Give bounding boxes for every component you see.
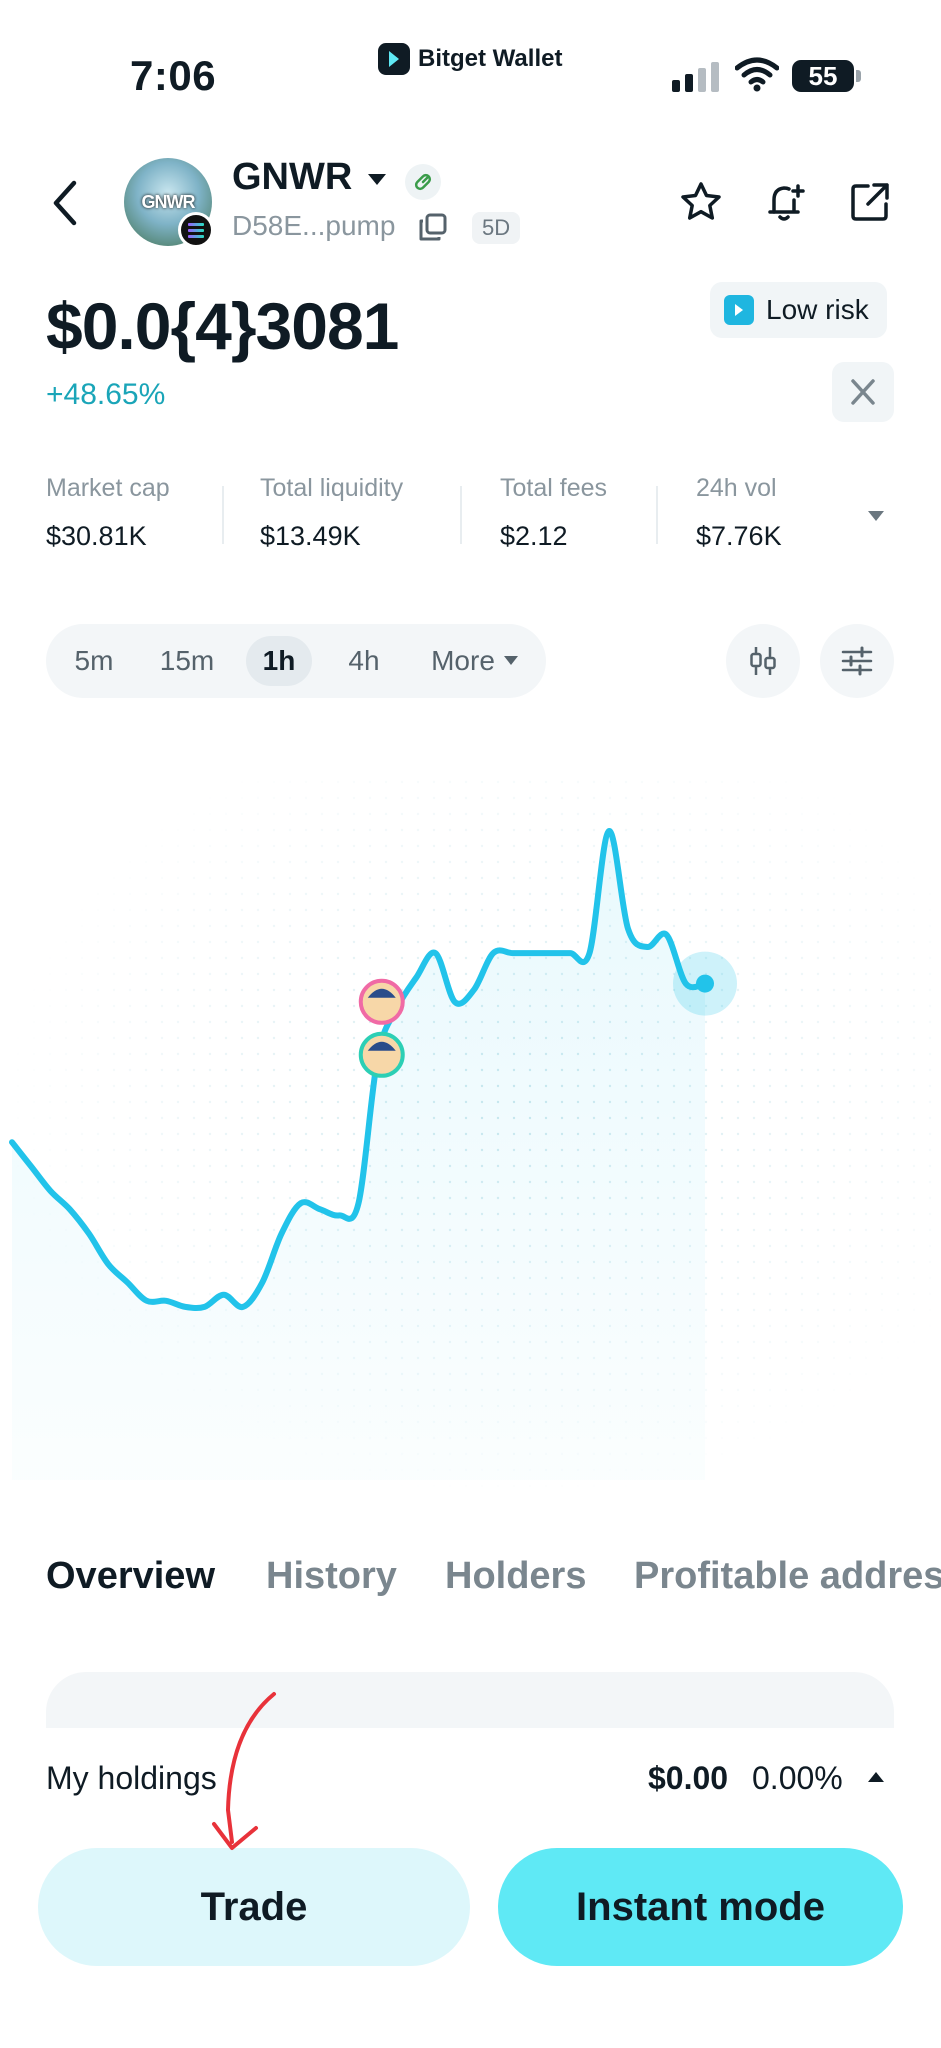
stat-value: $7.76K [696, 521, 782, 551]
interval-selector: 5m 15m 1h 4h More [46, 624, 546, 698]
annotation-arrow-icon [212, 1692, 276, 1850]
token-stats: Market cap $30.81K Total liquidity $13.4… [46, 474, 886, 556]
price-chart[interactable] [0, 780, 941, 1500]
stat-total-fees: Total fees $2.12 [500, 474, 607, 552]
back-arrow-icon[interactable] [46, 178, 86, 228]
token-dropdown-icon[interactable] [368, 174, 386, 185]
candlestick-toggle-button[interactable] [726, 624, 800, 698]
shield-icon [724, 295, 754, 325]
stat-value: $13.49K [260, 521, 361, 551]
stat-label: 24h vol [696, 474, 777, 502]
holdings-value: $0.00 [648, 1760, 729, 1796]
risk-label: Low risk [766, 294, 869, 325]
last-point-dot[interactable] [696, 974, 714, 993]
stat-divider [460, 486, 462, 544]
bitget-logo-icon [378, 43, 410, 75]
more-caret-icon [504, 656, 518, 665]
stat-market-cap: Market cap $30.81K [46, 474, 170, 552]
collapse-holdings-icon[interactable] [868, 1772, 884, 1782]
risk-badge[interactable]: Low risk [710, 282, 887, 338]
sliders-icon [841, 646, 873, 676]
solana-chain-icon [178, 212, 214, 248]
stat-divider [656, 486, 658, 544]
stat-total-liquidity: Total liquidity $13.49K [260, 474, 403, 552]
sell-marker-avatar[interactable] [358, 978, 405, 1025]
price-change: +48.65% [46, 378, 166, 411]
token-age-badge: 5D [472, 212, 521, 244]
cellular-signal-icon [672, 62, 719, 92]
tab-history[interactable]: History [266, 1555, 397, 1598]
wifi-icon [735, 57, 779, 92]
brand-header: Bitget Wallet [378, 42, 562, 76]
holdings-percent: 0.00% [752, 1760, 843, 1796]
token-avatar-text: GNWR [141, 191, 196, 212]
interval-1h[interactable]: 1h [246, 636, 312, 686]
brand-name: Bitget Wallet [418, 45, 563, 72]
interval-15m[interactable]: 15m [142, 636, 232, 686]
holdings-label: My holdings [46, 1760, 217, 1796]
star-icon[interactable] [679, 180, 723, 224]
x-social-button[interactable] [832, 362, 894, 422]
contract-address: D58E...pump [232, 210, 396, 241]
x-icon [851, 379, 875, 405]
tab-profitable-addresses[interactable]: Profitable addres [634, 1555, 941, 1598]
candlestick-icon [750, 647, 776, 675]
tab-holders[interactable]: Holders [445, 1555, 586, 1598]
stat-label: Market cap [46, 474, 170, 502]
add-alert-bell-icon[interactable] [764, 180, 808, 224]
tab-overview[interactable]: Overview [46, 1555, 215, 1598]
interval-5m[interactable]: 5m [56, 636, 132, 686]
battery-icon: 55 [792, 60, 861, 92]
copy-icon[interactable] [418, 212, 448, 242]
stat-divider [222, 486, 224, 544]
stat-24h-vol: 24h vol $7.76K [696, 474, 782, 552]
chart-settings-button[interactable] [820, 624, 894, 698]
interval-more[interactable]: More [418, 636, 508, 686]
stat-value: $2.12 [500, 521, 568, 551]
token-symbol[interactable]: GNWR [232, 156, 352, 199]
interval-4h[interactable]: 4h [326, 636, 402, 686]
expand-stats-icon[interactable] [868, 511, 884, 521]
share-icon[interactable] [848, 180, 892, 224]
stat-label: Total liquidity [260, 474, 404, 502]
token-price: $0.0{4}3081 [46, 289, 399, 363]
instant-mode-button[interactable]: Instant mode [498, 1848, 903, 1966]
stat-label: Total fees [500, 474, 608, 502]
stat-value: $30.81K [46, 521, 147, 551]
overview-card [46, 1672, 894, 1732]
buy-marker-avatar[interactable] [358, 1031, 405, 1078]
pill-icon [405, 164, 441, 200]
status-time: 7:06 [130, 52, 217, 99]
